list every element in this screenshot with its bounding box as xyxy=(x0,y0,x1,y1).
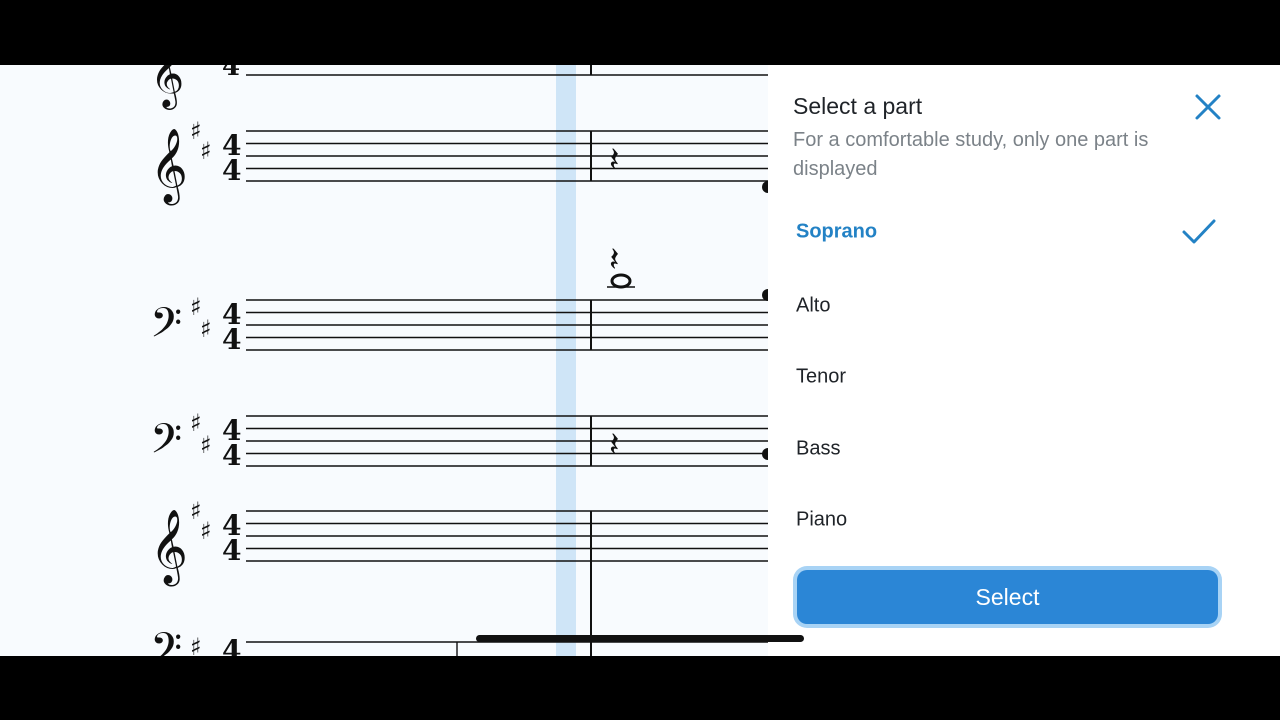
letterbox-bottom xyxy=(0,656,1280,720)
svg-text:4: 4 xyxy=(222,65,240,82)
home-indicator[interactable] xyxy=(476,635,804,642)
part-label: Tenor xyxy=(796,365,847,388)
treble-clef-icon: 𝄞 xyxy=(150,65,184,110)
quarter-rest-icon: 𝄽 xyxy=(609,425,619,465)
playback-cursor[interactable] xyxy=(556,65,576,656)
bass-clef-icon: 𝄢 xyxy=(150,624,182,656)
svg-text:♯: ♯ xyxy=(200,137,212,165)
bass-clef-icon: 𝄢 xyxy=(150,299,182,357)
svg-text:4: 4 xyxy=(222,154,241,187)
staff-1: 𝄞 4 xyxy=(150,65,768,110)
score-view[interactable]: 𝄞 4 𝄞 ♯ ♯ 4 4 𝄽 𝄽 𝄢 ♯ ♯ 4 4 𝄢 ♯ ♯ 4 4 𝄽 … xyxy=(0,65,768,656)
svg-text:♯: ♯ xyxy=(200,315,212,343)
staff-3: 𝄢 ♯ ♯ 4 4 xyxy=(150,293,768,357)
quarter-rest-icon: 𝄽 xyxy=(609,140,619,180)
svg-text:4: 4 xyxy=(222,439,241,472)
score-canvas: 𝄞 4 𝄞 ♯ ♯ 4 4 𝄽 𝄽 𝄢 ♯ ♯ 4 4 𝄢 ♯ ♯ 4 4 𝄽 … xyxy=(150,65,768,656)
svg-text:♯: ♯ xyxy=(200,431,212,459)
svg-text:4: 4 xyxy=(222,634,241,656)
part-selection-panel: Select a part For a comfortable study, o… xyxy=(768,65,1280,656)
treble-clef-icon: 𝄞 xyxy=(150,510,188,587)
svg-text:4: 4 xyxy=(222,323,241,356)
stray-notes: 𝄽 xyxy=(607,240,768,301)
staff-4: 𝄢 ♯ ♯ 4 4 𝄽 xyxy=(150,409,768,473)
letterbox-top xyxy=(0,0,1280,65)
svg-text:♯: ♯ xyxy=(200,517,212,545)
part-item-tenor[interactable]: Tenor xyxy=(768,347,1238,407)
select-button[interactable]: Select xyxy=(797,570,1218,624)
part-item-piano[interactable]: Piano xyxy=(768,490,1238,550)
staff-5: 𝄞 ♯ ♯ 4 4 xyxy=(150,497,768,656)
svg-text:4: 4 xyxy=(222,534,241,567)
part-label: Soprano xyxy=(796,220,878,243)
panel-title: Select a part xyxy=(793,93,923,119)
part-label: Bass xyxy=(796,437,841,460)
part-label: Piano xyxy=(796,508,848,531)
part-label: Alto xyxy=(796,294,831,317)
panel-subtitle: For a comfortable study, only one part i… xyxy=(793,129,1149,180)
staff-2: 𝄞 ♯ ♯ 4 4 𝄽 xyxy=(150,117,768,206)
part-item-bass[interactable]: Bass xyxy=(768,419,1238,479)
bass-clef-icon: 𝄢 xyxy=(150,415,182,473)
treble-clef-icon: 𝄞 xyxy=(150,129,188,206)
close-button[interactable] xyxy=(1192,91,1224,123)
part-item-alto[interactable]: Alto xyxy=(768,276,1238,336)
part-item-soprano[interactable]: Soprano xyxy=(768,202,1238,262)
checkmark-icon xyxy=(1182,219,1216,244)
close-icon xyxy=(1195,94,1221,120)
svg-text:♯: ♯ xyxy=(190,633,202,656)
